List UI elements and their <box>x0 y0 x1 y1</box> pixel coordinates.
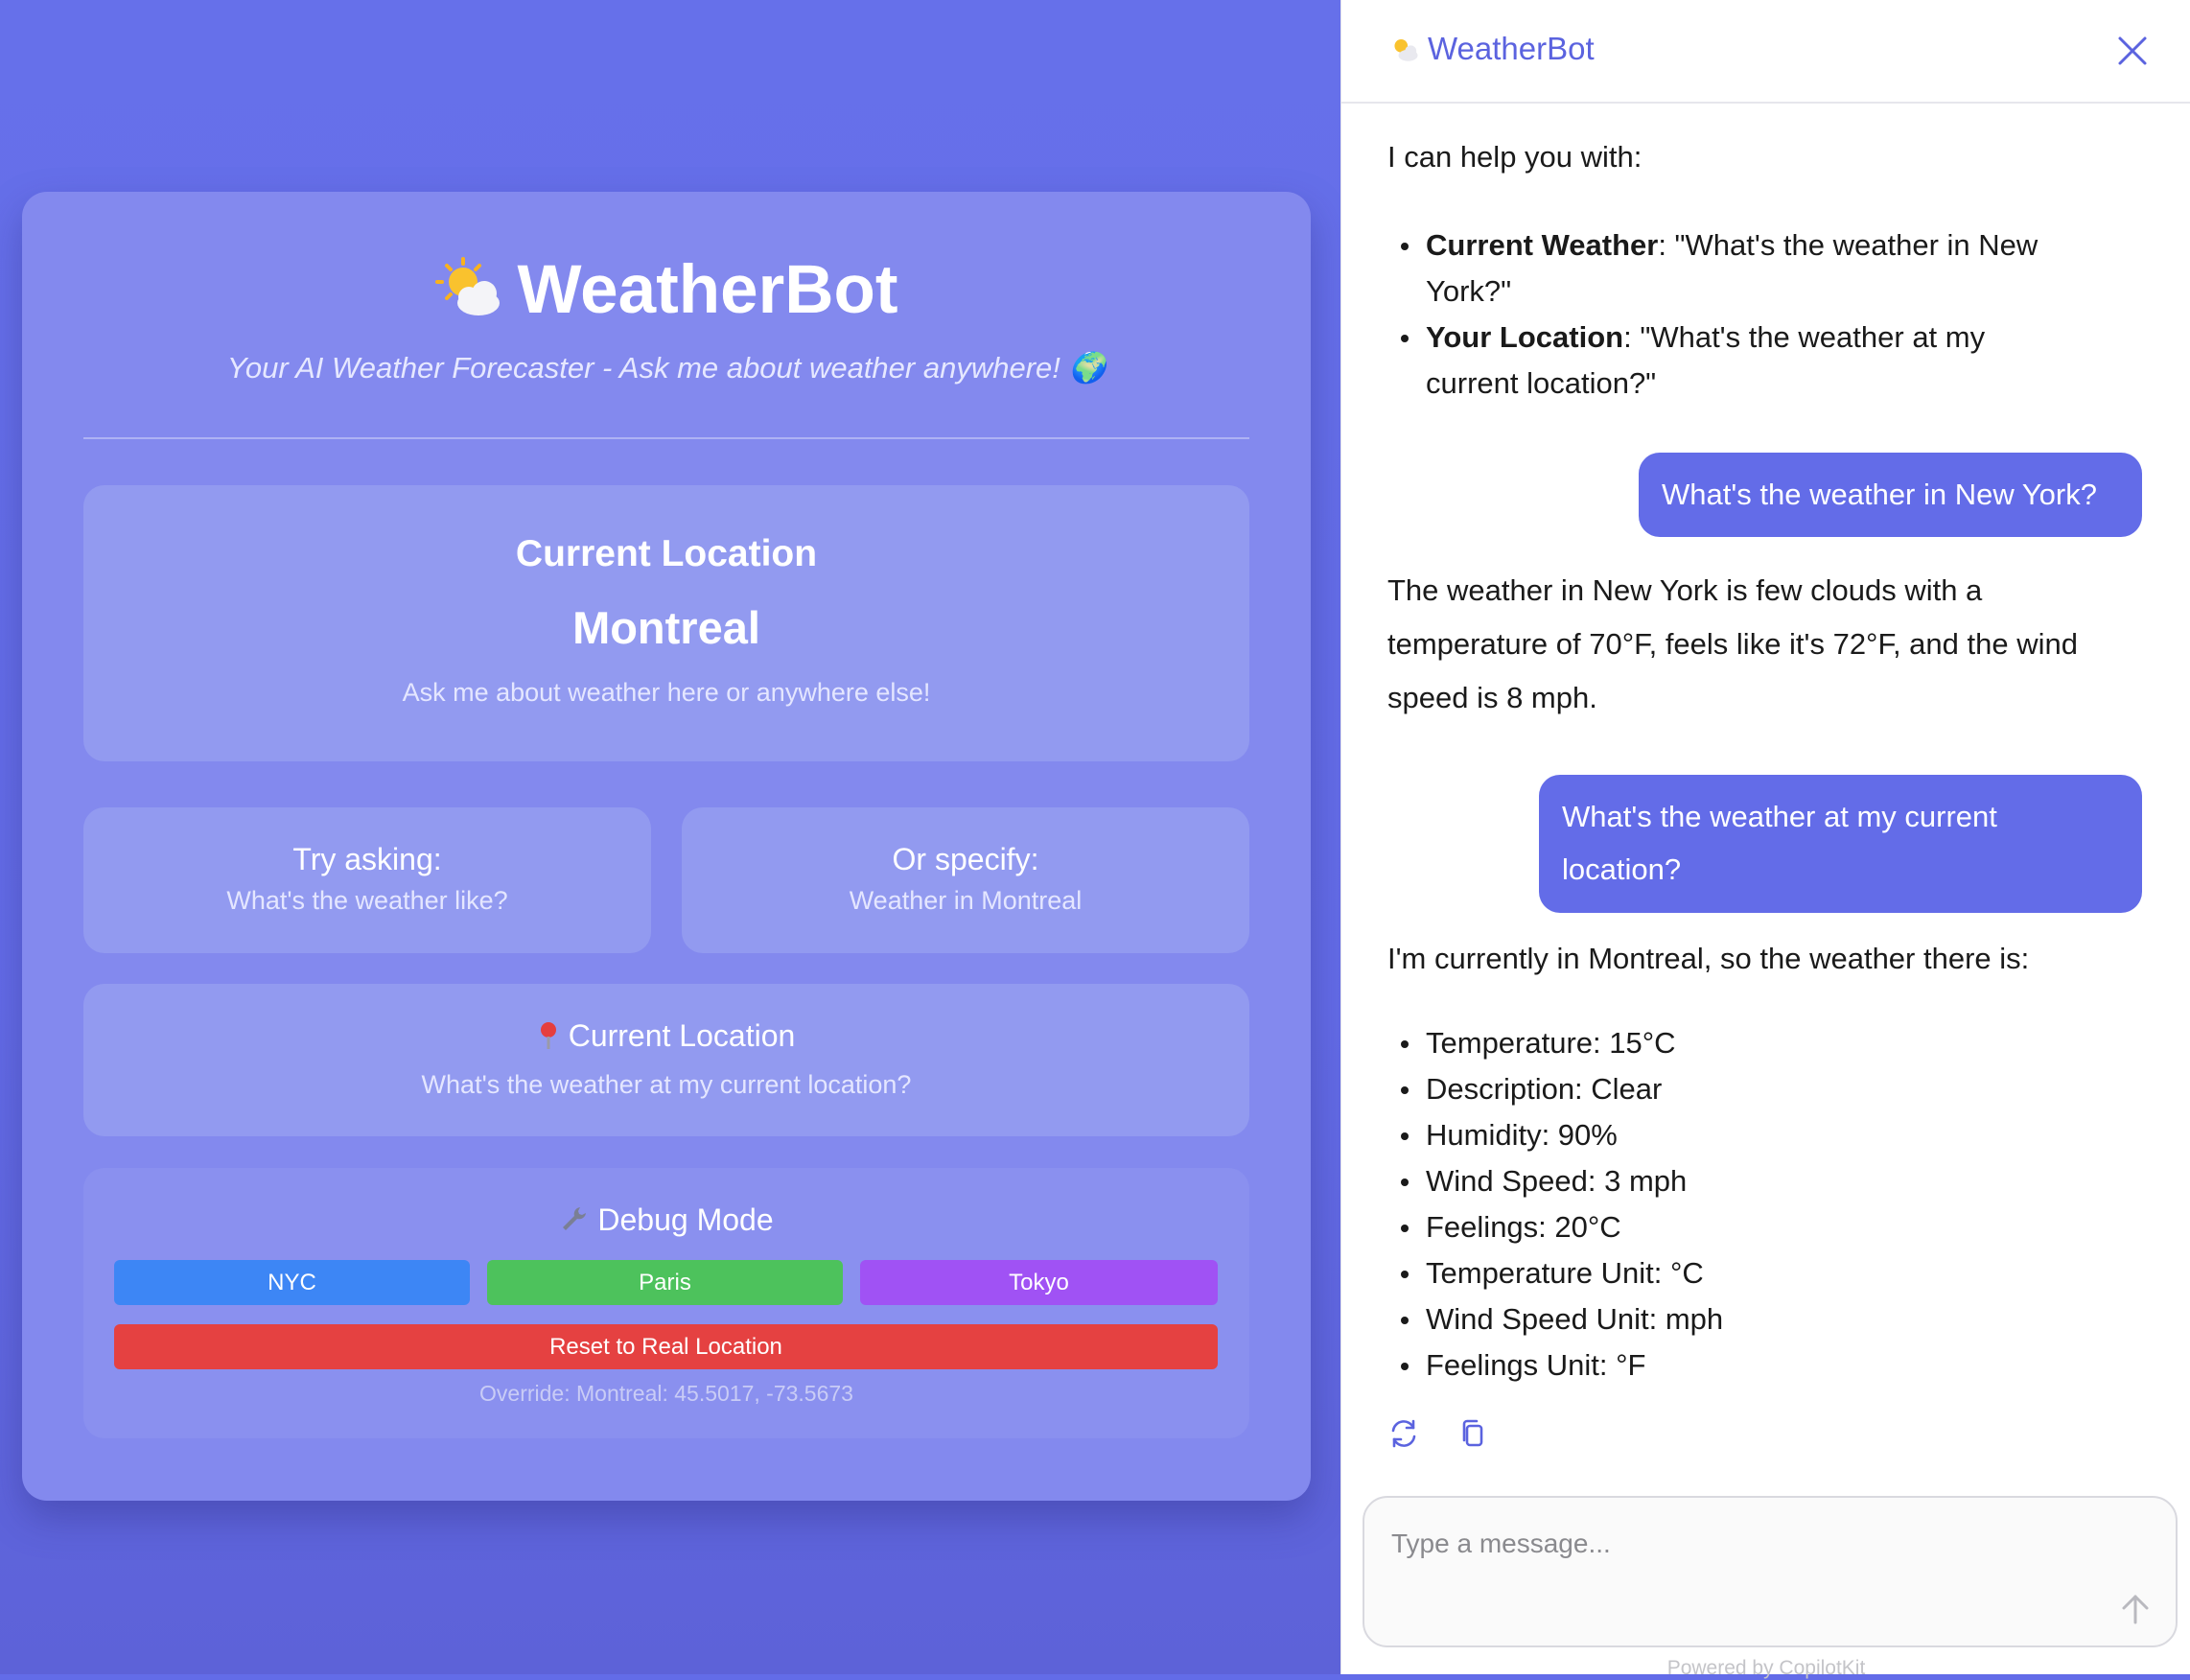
message-list: I can help you with: Current Weather: "W… <box>1341 104 2190 1484</box>
tip-or-specify[interactable]: Or specify: Weather in Montreal <box>682 807 1249 953</box>
weather-detail-item: Wind Speed Unit: mph <box>1387 1296 2116 1342</box>
powered-by-footer[interactable]: Powered by CopilotKit <box>1341 1657 2190 1680</box>
tip-example: Weather in Montreal <box>849 886 1083 915</box>
weather-detail-item: Wind Speed: 3 mph <box>1387 1158 2116 1204</box>
app-title-row: WeatherBot <box>0 247 1333 334</box>
current-location-heading: Current Location <box>515 533 818 574</box>
user-message-line: What's the weather at my current <box>1562 800 1997 833</box>
weather-detail-item: Description: Clear <box>1387 1066 2116 1112</box>
tip-try-asking[interactable]: Try asking: What's the weather like? <box>83 807 651 953</box>
user-message-line: location? <box>1562 852 1682 886</box>
bot-reply-intro: I'm currently in Montreal, so the weathe… <box>1387 942 2030 975</box>
message-input[interactable] <box>1389 1527 2084 1617</box>
user-message: What's the weather at my current locatio… <box>1539 775 2142 913</box>
debug-title: Debug Mode <box>83 1202 1249 1238</box>
location-hint: Ask me about weather here or anywhere el… <box>402 678 931 707</box>
capability-label: Current Weather <box>1426 228 1659 262</box>
debug-tokyo-button[interactable]: Tokyo <box>860 1260 1218 1305</box>
chat-header: WeatherBot <box>1341 0 2190 104</box>
chat-title-text: WeatherBot <box>1428 31 1595 66</box>
capability-label: Your Location <box>1426 320 1624 354</box>
capability-text: : "What's the weather in New <box>1658 228 2039 262</box>
divider <box>83 437 1249 439</box>
sun-cloud-icon <box>434 255 503 341</box>
current-location-prompt-title: Current Location <box>83 1018 1249 1054</box>
override-coordinates: Override: Montreal: 45.5017, -73.5673 <box>479 1381 853 1406</box>
debug-panel: Debug Mode NYC Paris Tokyo Reset to Real… <box>83 1168 1249 1438</box>
weather-detail-item: Temperature: 15°C <box>1387 1020 2116 1066</box>
weather-detail-item: Temperature Unit: °C <box>1387 1250 2116 1296</box>
current-location-prompt[interactable]: Current Location What's the weather at m… <box>83 984 1249 1136</box>
close-icon[interactable] <box>2116 35 2149 67</box>
wrench-icon <box>563 1207 587 1230</box>
weather-detail-item: Feelings Unit: °F <box>1387 1342 2116 1388</box>
current-location-panel: Current Location Montreal Ask me about w… <box>83 485 1249 761</box>
capability-item: Current Weather: "What's the weather in … <box>1387 222 2116 315</box>
weather-detail-item: Feelings: 20°C <box>1387 1204 2116 1250</box>
message-input-box <box>1363 1496 2178 1647</box>
reset-location-button[interactable]: Reset to Real Location <box>114 1324 1218 1369</box>
bot-reply-line: speed is 8 mph. <box>1387 681 1597 714</box>
pin-icon <box>540 1022 556 1049</box>
bot-intro: I can help you with: <box>1387 140 1642 174</box>
capability-text-cont: York?" <box>1426 274 1512 308</box>
tip-title: Or specify: <box>892 842 1039 876</box>
weather-detail-item: Humidity: 90% <box>1387 1112 2116 1158</box>
regenerate-icon[interactable] <box>1387 1417 1420 1450</box>
bot-reply: The weather in New York is few clouds wi… <box>1387 564 2078 725</box>
bot-reply-line: temperature of 70°F, feels like it's 72°… <box>1387 627 2078 661</box>
debug-nyc-button[interactable]: NYC <box>114 1260 470 1305</box>
debug-paris-button[interactable]: Paris <box>487 1260 843 1305</box>
tip-example: What's the weather like? <box>226 886 508 915</box>
bot-reply-line: The weather in New York is few clouds wi… <box>1387 573 1983 607</box>
app-subtitle: Your AI Weather Forecaster - Ask me abou… <box>226 351 1107 385</box>
app-title: WeatherBot <box>517 252 898 328</box>
chat-title: WeatherBot <box>1387 31 1595 71</box>
debug-title-text: Debug Mode <box>597 1202 774 1237</box>
current-city: Montreal <box>572 602 760 653</box>
user-message-text: What's the weather in New York? <box>1662 478 2097 511</box>
capability-text: : "What's the weather at my <box>1623 320 1986 354</box>
tip-title: Try asking: <box>292 842 442 876</box>
capability-item: Your Location: "What's the weather at my… <box>1387 315 2116 407</box>
copy-icon[interactable] <box>1456 1417 1489 1450</box>
user-message: What's the weather in New York? <box>1639 453 2142 537</box>
send-arrow-icon[interactable] <box>2116 1590 2155 1628</box>
prompt-example: What's the weather at my current locatio… <box>421 1070 912 1099</box>
prompt-title-text: Current Location <box>568 1018 796 1053</box>
chat-sidebar: WeatherBot I can help you with: Current … <box>1340 0 2190 1679</box>
capability-text-cont: current location?" <box>1426 366 1657 400</box>
sun-cloud-icon <box>1387 35 1420 71</box>
